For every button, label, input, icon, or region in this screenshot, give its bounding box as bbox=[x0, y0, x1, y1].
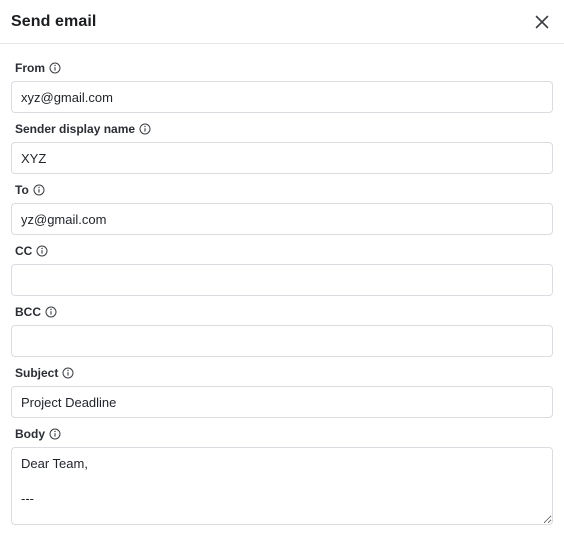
send-email-panel: Send email From Sender display name bbox=[0, 0, 564, 556]
from-field: From bbox=[11, 60, 553, 113]
subject-field: Subject bbox=[11, 365, 553, 418]
bcc-label: BCC bbox=[15, 305, 41, 319]
subject-label: Subject bbox=[15, 366, 59, 380]
info-icon[interactable] bbox=[49, 428, 61, 440]
info-icon[interactable] bbox=[33, 184, 45, 196]
sender-name-field: Sender display name bbox=[11, 121, 553, 174]
cc-field: CC bbox=[11, 243, 553, 296]
close-button[interactable] bbox=[532, 12, 552, 32]
sender-name-label: Sender display name bbox=[15, 122, 136, 136]
email-form: From Sender display name To bbox=[0, 44, 564, 530]
info-icon[interactable] bbox=[62, 367, 74, 379]
from-input[interactable] bbox=[11, 81, 553, 113]
panel-header: Send email bbox=[0, 0, 564, 44]
close-icon bbox=[535, 15, 549, 28]
bcc-field: BCC bbox=[11, 304, 553, 357]
sender-name-input[interactable] bbox=[11, 142, 553, 174]
panel-title: Send email bbox=[11, 12, 97, 30]
cc-input[interactable] bbox=[11, 264, 553, 296]
to-field: To bbox=[11, 182, 553, 235]
to-label: To bbox=[15, 183, 29, 197]
info-icon[interactable] bbox=[45, 306, 57, 318]
to-input[interactable] bbox=[11, 203, 553, 235]
subject-input[interactable] bbox=[11, 386, 553, 418]
cc-label: CC bbox=[15, 244, 33, 258]
body-label: Body bbox=[15, 427, 45, 441]
body-field: Body Dear Team, --- bbox=[11, 426, 553, 530]
info-icon[interactable] bbox=[139, 123, 151, 135]
body-textarea[interactable]: Dear Team, --- bbox=[11, 447, 553, 525]
from-label: From bbox=[15, 61, 45, 75]
bcc-input[interactable] bbox=[11, 325, 553, 357]
info-icon[interactable] bbox=[36, 245, 48, 257]
info-icon[interactable] bbox=[49, 62, 61, 74]
